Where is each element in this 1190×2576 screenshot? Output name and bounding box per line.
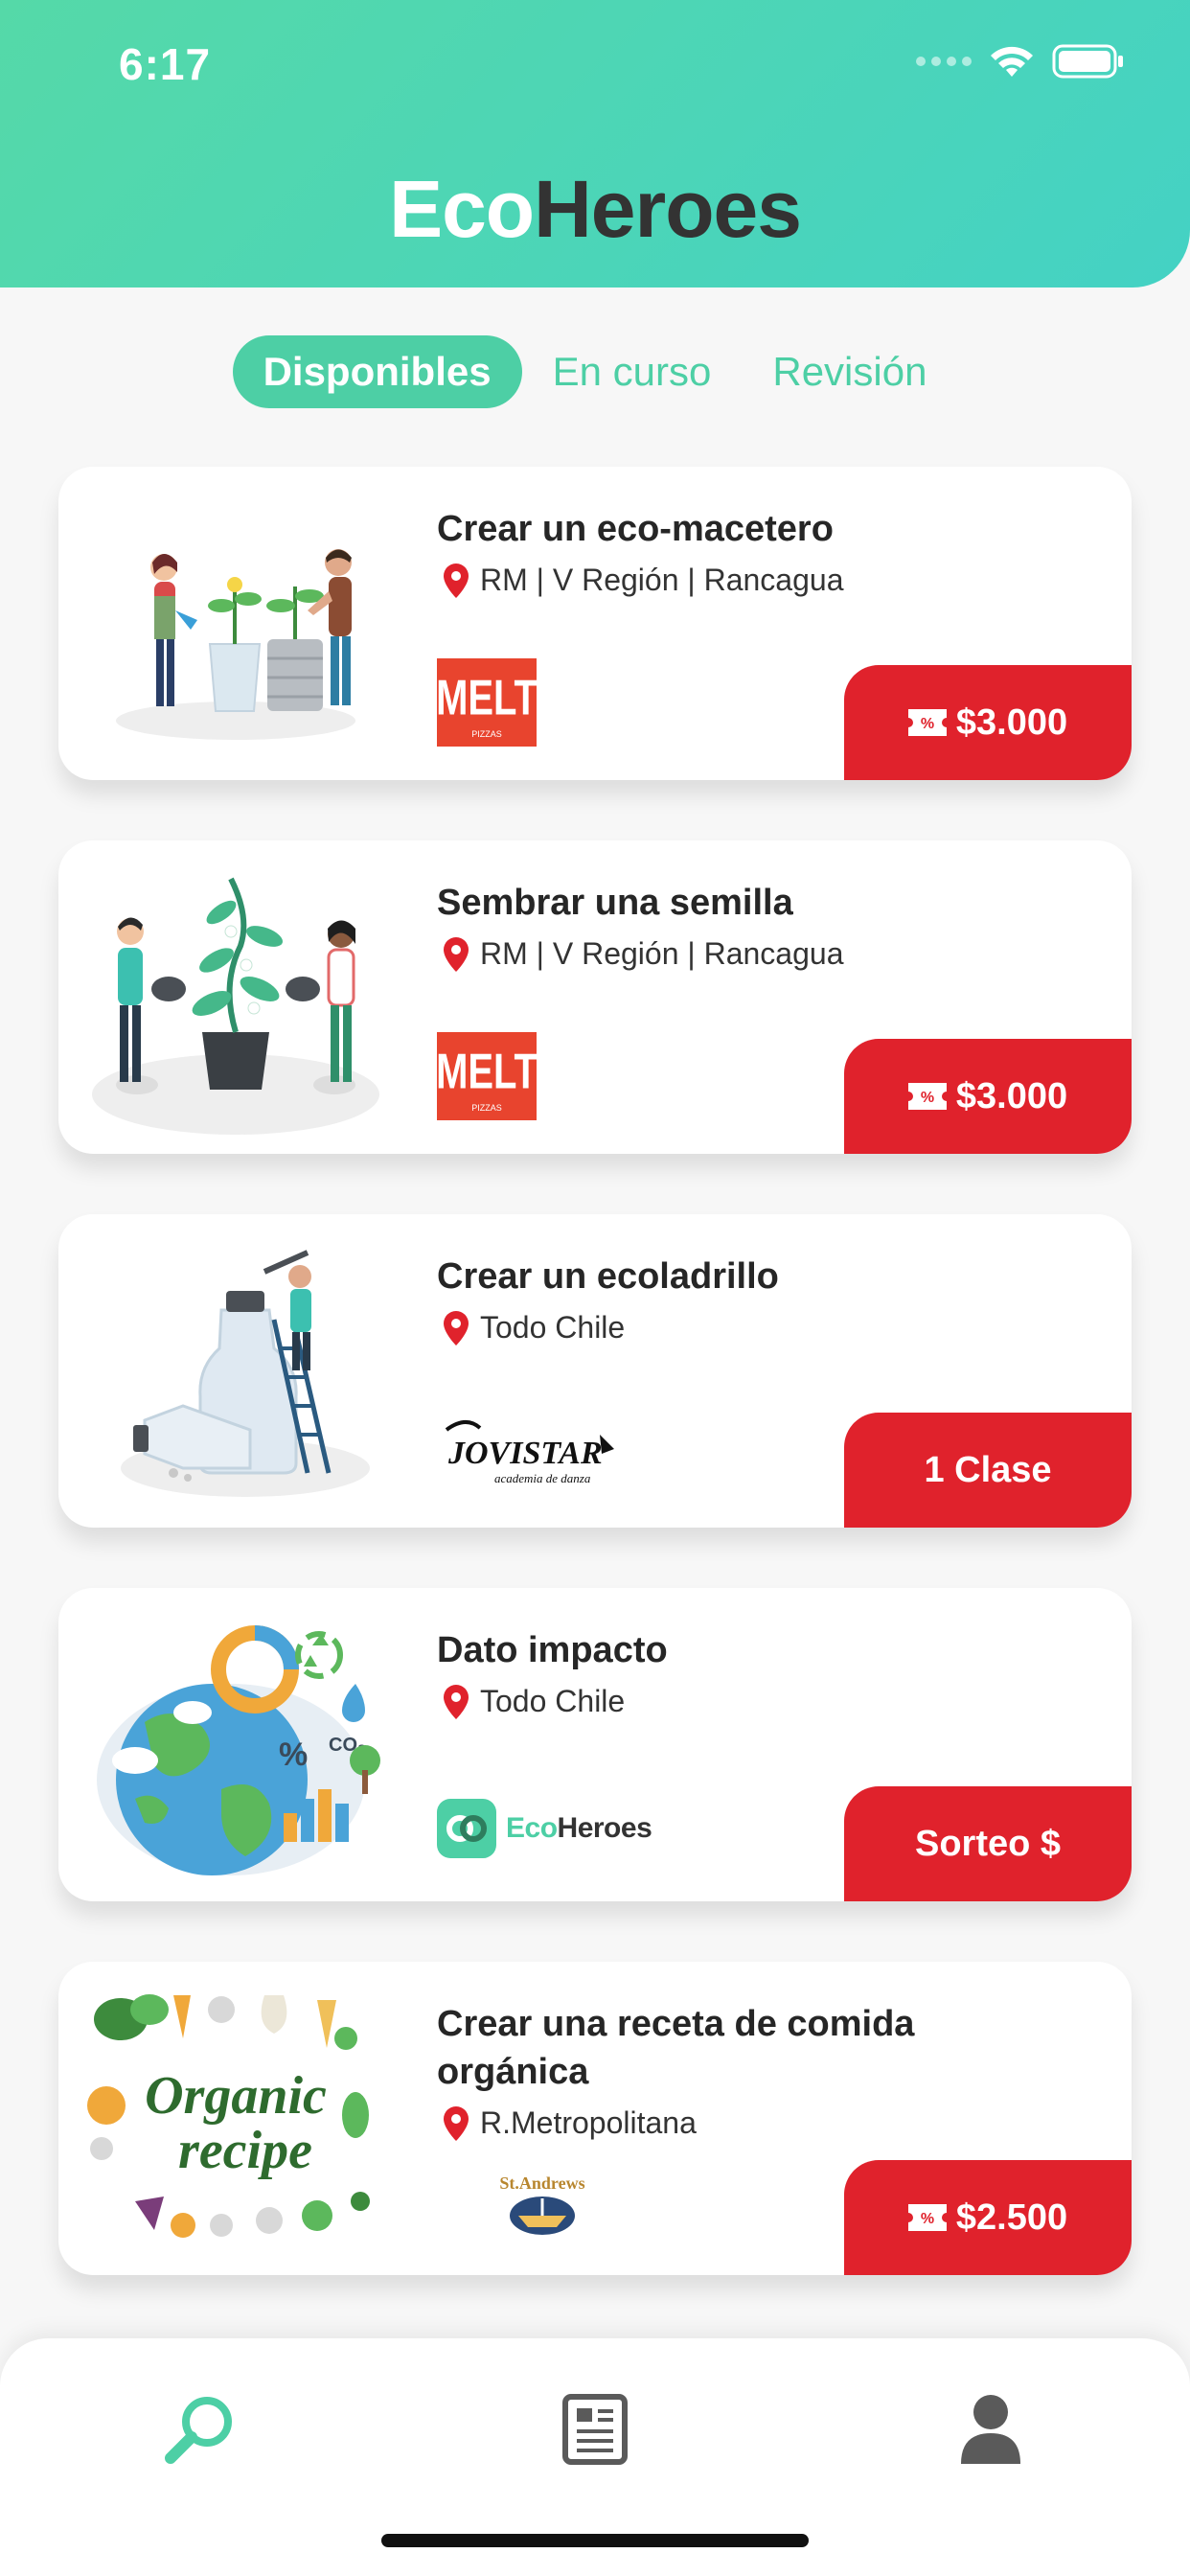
- battery-icon: [1052, 44, 1123, 79]
- organic-recipe-illustration: Organic recipe: [87, 1994, 370, 2238]
- melt-pizzas-logo: MELT PIZZAS: [437, 658, 537, 747]
- news-icon: [562, 2394, 628, 2465]
- task-card[interactable]: Crear un ecoladrillo Todo Chile JOVISTAR…: [58, 1214, 1132, 1528]
- melt-pizzas-logo: MELT PIZZAS: [437, 1032, 537, 1120]
- earth-data-illustration: % CO₂: [97, 1625, 380, 1875]
- task-location-text: Todo Chile: [480, 1684, 626, 1718]
- planting-pots-illustration: [116, 549, 355, 740]
- task-location-text: Todo Chile: [480, 1310, 626, 1345]
- task-title: Crear un ecoladrillo: [437, 1256, 779, 1297]
- svg-text:%: %: [921, 1090, 934, 1106]
- reward-badge[interactable]: % $3.000: [844, 1039, 1132, 1154]
- location-pin-icon: [444, 563, 469, 598]
- task-location-text: R.Metropolitana: [480, 2105, 697, 2140]
- eco-brick-bottle-illustration: [121, 1250, 370, 1497]
- svg-text:Organic: Organic: [145, 2066, 327, 2126]
- reward-text: $3.000: [955, 702, 1068, 743]
- svg-text:academia de danza: academia de danza: [494, 1471, 591, 1485]
- svg-text:%: %: [921, 716, 934, 732]
- task-location: RM | V Región | Rancagua: [444, 563, 843, 598]
- tab-en-curso[interactable]: En curso: [522, 335, 743, 408]
- signal-icon: [916, 57, 972, 66]
- task-card[interactable]: % CO₂ Dato impacto Todo Chile EcoHeroes …: [58, 1588, 1132, 1901]
- reward-text: Sorteo $: [914, 1823, 1062, 1864]
- reward-badge[interactable]: 1 Clase: [844, 1413, 1132, 1528]
- svg-text:PIZZAS: PIZZAS: [471, 729, 502, 739]
- svg-text:St.Andrews: St.Andrews: [499, 2174, 584, 2193]
- reward-badge[interactable]: % $2.500: [844, 2160, 1132, 2275]
- svg-text:%: %: [279, 1736, 308, 1773]
- profile-icon: [961, 2395, 1020, 2464]
- reward-text: $2.500: [955, 2196, 1068, 2238]
- reward-badge[interactable]: Sorteo $: [844, 1786, 1132, 1901]
- app-title-heroes: Heroes: [534, 164, 802, 254]
- reward-text: 1 Clase: [924, 1449, 1052, 1490]
- wifi-icon: [991, 46, 1033, 77]
- task-location: R.Metropolitana: [444, 2105, 697, 2141]
- reward-badge[interactable]: % $3.000: [844, 665, 1132, 780]
- task-card[interactable]: Organic recipe Crear una receta de comid…: [58, 1962, 1132, 2275]
- location-pin-icon: [444, 936, 469, 972]
- task-tabs: Disponibles En curso Revisión: [0, 335, 1190, 408]
- tab-revision[interactable]: Revisión: [742, 335, 957, 408]
- nav-search[interactable]: [147, 2377, 252, 2482]
- task-card[interactable]: Sembrar una semilla RM | V Región | Ranc…: [58, 840, 1132, 1154]
- nav-news[interactable]: [542, 2377, 648, 2482]
- tab-disponibles[interactable]: Disponibles: [232, 335, 522, 408]
- task-card[interactable]: Crear un eco-macetero RM | V Región | Ra…: [58, 467, 1132, 780]
- svg-text:recipe: recipe: [178, 2121, 312, 2180]
- svg-text:JOVISTAR: JOVISTAR: [447, 1436, 603, 1471]
- task-location-text: RM | V Región | Rancagua: [480, 563, 844, 597]
- task-list: Crear un eco-macetero RM | V Región | Ra…: [58, 467, 1132, 2335]
- discount-ticket-icon: %: [907, 709, 947, 736]
- svg-text:PIZZAS: PIZZAS: [471, 1103, 502, 1113]
- app-title: EcoHeroes: [0, 163, 1190, 256]
- svg-text:MELT: MELT: [437, 1043, 537, 1098]
- ecoheroes-logo-icon: [437, 1799, 496, 1858]
- search-icon: [165, 2397, 232, 2464]
- task-title: Crear un eco-macetero: [437, 509, 834, 549]
- task-location: Todo Chile: [444, 1684, 625, 1719]
- ecoheroes-logo: EcoHeroes: [437, 1799, 652, 1858]
- discount-ticket-icon: %: [907, 2204, 947, 2231]
- task-title: Crear una receta de comida orgánica: [437, 2004, 915, 2092]
- discount-ticket-icon: %: [907, 1083, 947, 1110]
- location-pin-icon: [444, 2105, 469, 2141]
- reward-text: $3.000: [955, 1075, 1068, 1116]
- location-pin-icon: [444, 1684, 469, 1719]
- app-title-eco: Eco: [389, 164, 535, 254]
- st-andrews-logo: St.Andrews: [499, 2174, 585, 2235]
- location-pin-icon: [444, 1310, 469, 1346]
- task-title: Sembrar una semilla: [437, 883, 793, 923]
- home-indicator: [381, 2534, 809, 2547]
- growing-plant-illustration: [92, 877, 379, 1135]
- app-header: 6:17 EcoHeroes: [0, 0, 1190, 288]
- task-location-text: RM | V Región | Rancagua: [480, 936, 844, 971]
- svg-text:MELT: MELT: [437, 669, 537, 724]
- status-icons: [916, 44, 1125, 79]
- nav-profile[interactable]: [938, 2377, 1043, 2482]
- svg-text:%: %: [921, 2211, 934, 2227]
- ecoheroes-logo-text: EcoHeroes: [506, 1812, 652, 1844]
- task-location: Todo Chile: [444, 1310, 625, 1346]
- task-title: Dato impacto: [437, 1630, 668, 1670]
- task-location: RM | V Región | Rancagua: [444, 936, 843, 972]
- status-time: 6:17: [119, 39, 212, 89]
- jovistar-logo: JOVISTAR academia de danza: [445, 1420, 614, 1485]
